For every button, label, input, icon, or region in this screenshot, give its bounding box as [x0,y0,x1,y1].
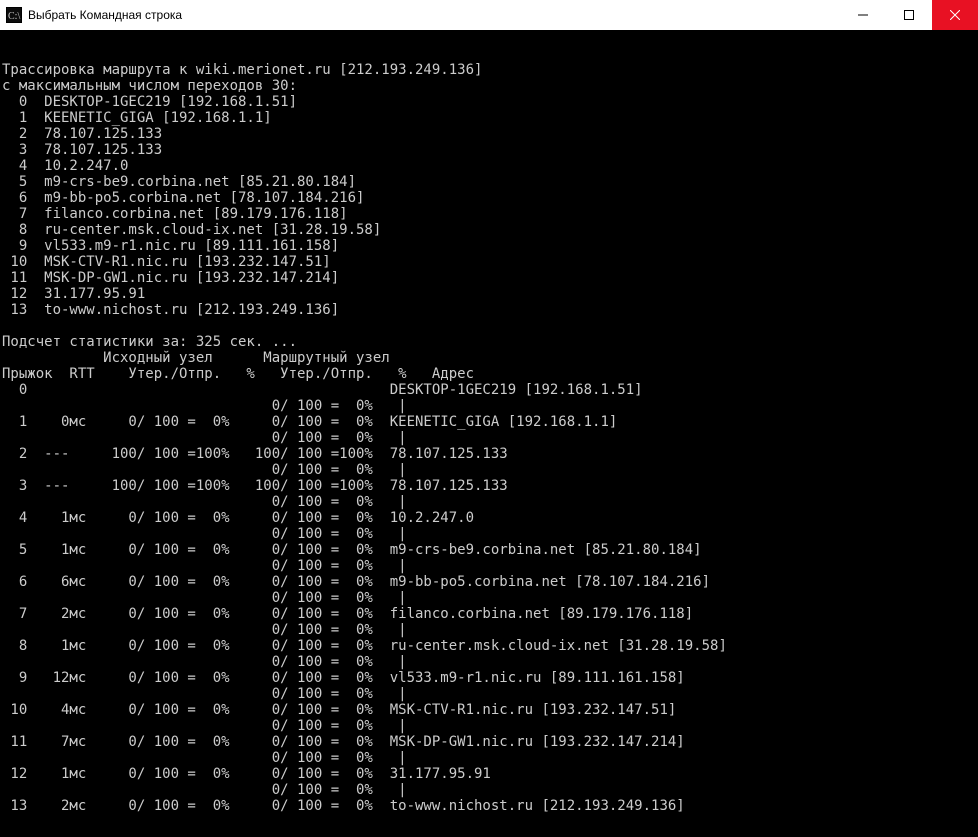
terminal-output[interactable]: Трассировка маршрута к wiki.merionet.ru … [0,44,978,823]
titlebar[interactable]: C:\ Выбрать Командная строка [0,0,978,30]
cmd-window: C:\ Выбрать Командная строка Трассировка… [0,0,978,837]
cmd-icon: C:\ [6,7,22,23]
maximize-button[interactable] [886,0,932,30]
window-title: Выбрать Командная строка [28,8,182,22]
close-button[interactable] [932,0,978,30]
minimize-button[interactable] [840,0,886,30]
svg-text:C:\: C:\ [8,11,20,22]
